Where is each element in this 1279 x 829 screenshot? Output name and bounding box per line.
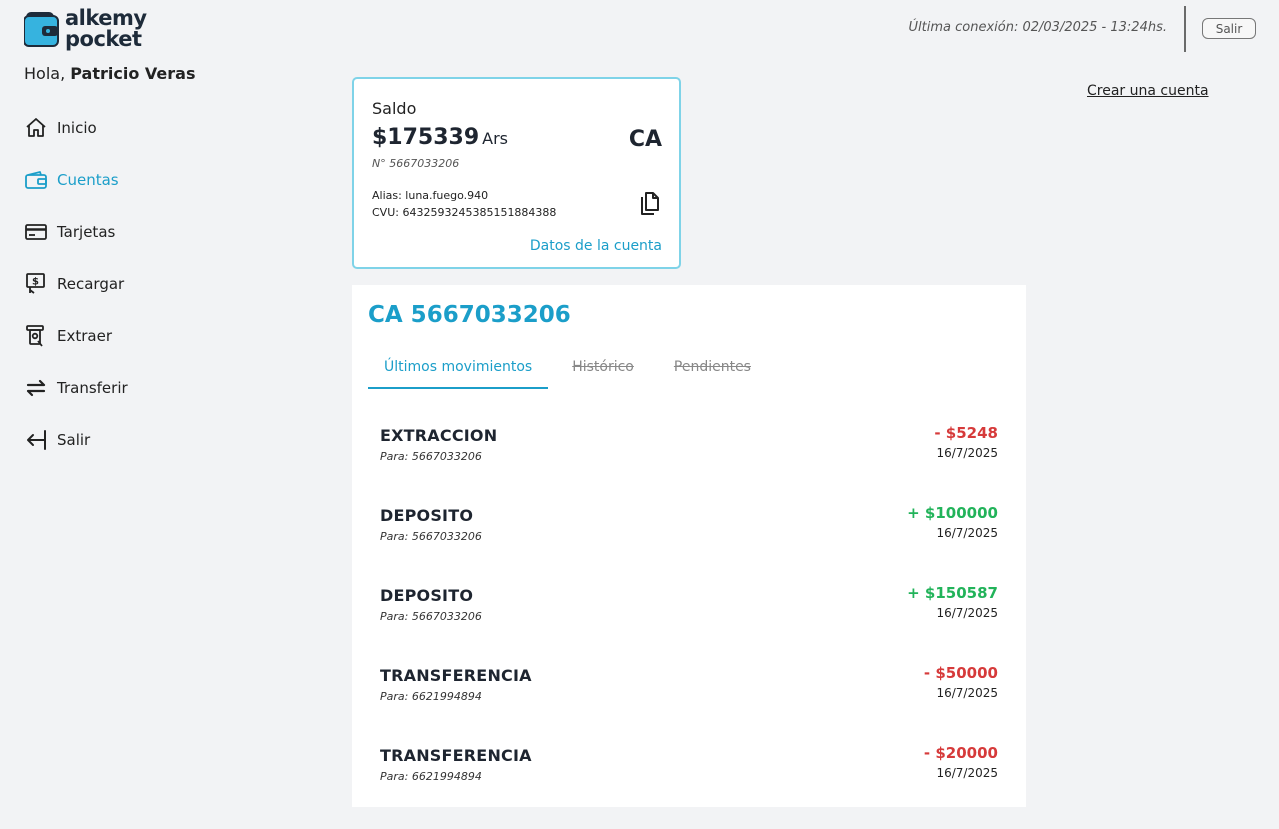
sidebar-item-tarjetas[interactable]: Tarjetas: [24, 219, 128, 245]
balance-card: Saldo $175339 Ars CA N° 5667033206 Alias:…: [352, 77, 681, 269]
movement-destination: Para: 5667033206: [380, 610, 482, 623]
movement-type: TRANSFERENCIA: [380, 666, 532, 685]
account-type: CA: [628, 127, 662, 152]
wallet-logo-icon: [24, 12, 59, 47]
user-name: Patricio Veras: [70, 64, 196, 83]
movement-destination: Para: 5667033206: [380, 530, 482, 543]
movement-row[interactable]: TRANSFERENCIA Para: 6621994894 - $20000 …: [380, 742, 998, 792]
svg-text:$: $: [32, 277, 39, 288]
credit-card-icon: [25, 224, 47, 240]
account-alias: Alias: luna.fuego.940: [372, 189, 489, 202]
greeting-prefix: Hola,: [24, 64, 66, 83]
movement-destination: Para: 5667033206: [380, 450, 482, 463]
sidebar-item-label: Tarjetas: [57, 223, 116, 241]
tab-pendientes[interactable]: Pendientes: [658, 355, 767, 389]
tab-ultimos-movimientos[interactable]: Últimos movimientos: [368, 355, 549, 389]
balance-label: Saldo: [372, 99, 417, 118]
app-page: alkemy pocket Hola, Patricio Veras Inici…: [0, 0, 1279, 829]
sidebar-item-label: Inicio: [57, 119, 97, 137]
movement-type: DEPOSITO: [380, 586, 474, 605]
movement-date: 16/7/2025: [936, 526, 998, 540]
sidebar-item-label: Transferir: [57, 379, 128, 397]
movement-type: EXTRACCION: [380, 426, 498, 445]
brand-line2: pocket: [65, 27, 142, 51]
last-login-text: Última conexión: 02/03/2025 - 13:24hs.: [908, 20, 1167, 35]
movement-amount: + $100000: [907, 504, 998, 522]
movements-panel: CA 5667033206 Últimos movimientos Histór…: [352, 285, 1026, 807]
create-account-link[interactable]: Crear una cuenta: [1087, 83, 1209, 99]
balance-amount: $175339: [372, 125, 480, 150]
copy-icon[interactable]: [638, 191, 660, 217]
sidebar-item-label: Extraer: [57, 327, 112, 345]
sidebar-item-inicio[interactable]: Inicio: [24, 115, 128, 141]
movement-amount: - $50000: [923, 664, 998, 682]
movement-destination: Para: 6621994894: [380, 690, 482, 703]
movement-amount: + $150587: [907, 584, 998, 602]
movement-row[interactable]: DEPOSITO Para: 5667033206 + $100000 16/7…: [380, 502, 998, 552]
movement-date: 16/7/2025: [936, 606, 998, 620]
atm-withdraw-icon: [26, 325, 44, 347]
balance-currency: Ars: [482, 129, 509, 148]
movement-destination: Para: 6621994894: [380, 770, 482, 783]
header-divider: [1184, 6, 1186, 52]
movement-row[interactable]: DEPOSITO Para: 5667033206 + $150587 16/7…: [380, 582, 998, 632]
movements-tabs: Últimos movimientos Histórico Pendientes: [368, 355, 767, 389]
movement-amount: - $20000: [923, 744, 998, 762]
logout-arrow-icon: [27, 430, 46, 450]
movement-date: 16/7/2025: [936, 686, 998, 700]
sidebar-item-label: Salir: [57, 431, 91, 449]
brand-logo[interactable]: alkemy pocket: [24, 8, 147, 50]
movement-type: TRANSFERENCIA: [380, 746, 532, 765]
sidebar-nav: Inicio Cuentas Tarjetas $ Recargar Extra…: [24, 115, 128, 479]
movement-date: 16/7/2025: [936, 446, 998, 460]
movement-row[interactable]: TRANSFERENCIA Para: 6621994894 - $50000 …: [380, 662, 998, 712]
sidebar-item-label: Recargar: [57, 275, 125, 293]
sidebar-item-label: Cuentas: [57, 171, 119, 189]
sidebar-item-transferir[interactable]: Transferir: [24, 375, 128, 401]
tab-historico[interactable]: Histórico: [556, 355, 650, 389]
sidebar-item-salir[interactable]: Salir: [24, 427, 128, 453]
wallet-icon: [25, 171, 47, 189]
sidebar-item-extraer[interactable]: Extraer: [24, 323, 128, 349]
movement-amount: - $5248: [934, 424, 998, 442]
recharge-icon: $: [26, 273, 45, 294]
movement-row[interactable]: EXTRACCION Para: 5667033206 - $5248 16/7…: [380, 422, 998, 472]
account-number: N° 5667033206: [372, 157, 460, 170]
sidebar-item-recargar[interactable]: $ Recargar: [24, 271, 128, 297]
account-details-link[interactable]: Datos de la cuenta: [530, 238, 662, 254]
movement-type: DEPOSITO: [380, 506, 474, 525]
greeting: Hola, Patricio Veras: [24, 64, 195, 83]
home-icon: [26, 118, 46, 137]
balance-amount-row: $175339 Ars: [372, 125, 508, 150]
account-cvu: CVU: 6432593245385151884388: [372, 206, 557, 219]
transfer-icon: [26, 379, 46, 397]
panel-title: CA 5667033206: [368, 302, 571, 328]
sidebar-item-cuentas[interactable]: Cuentas: [24, 167, 128, 193]
movement-date: 16/7/2025: [936, 766, 998, 780]
brand-name: alkemy pocket: [65, 8, 147, 50]
logout-button[interactable]: Salir: [1202, 18, 1256, 39]
brand-line1: alkemy: [65, 6, 147, 30]
